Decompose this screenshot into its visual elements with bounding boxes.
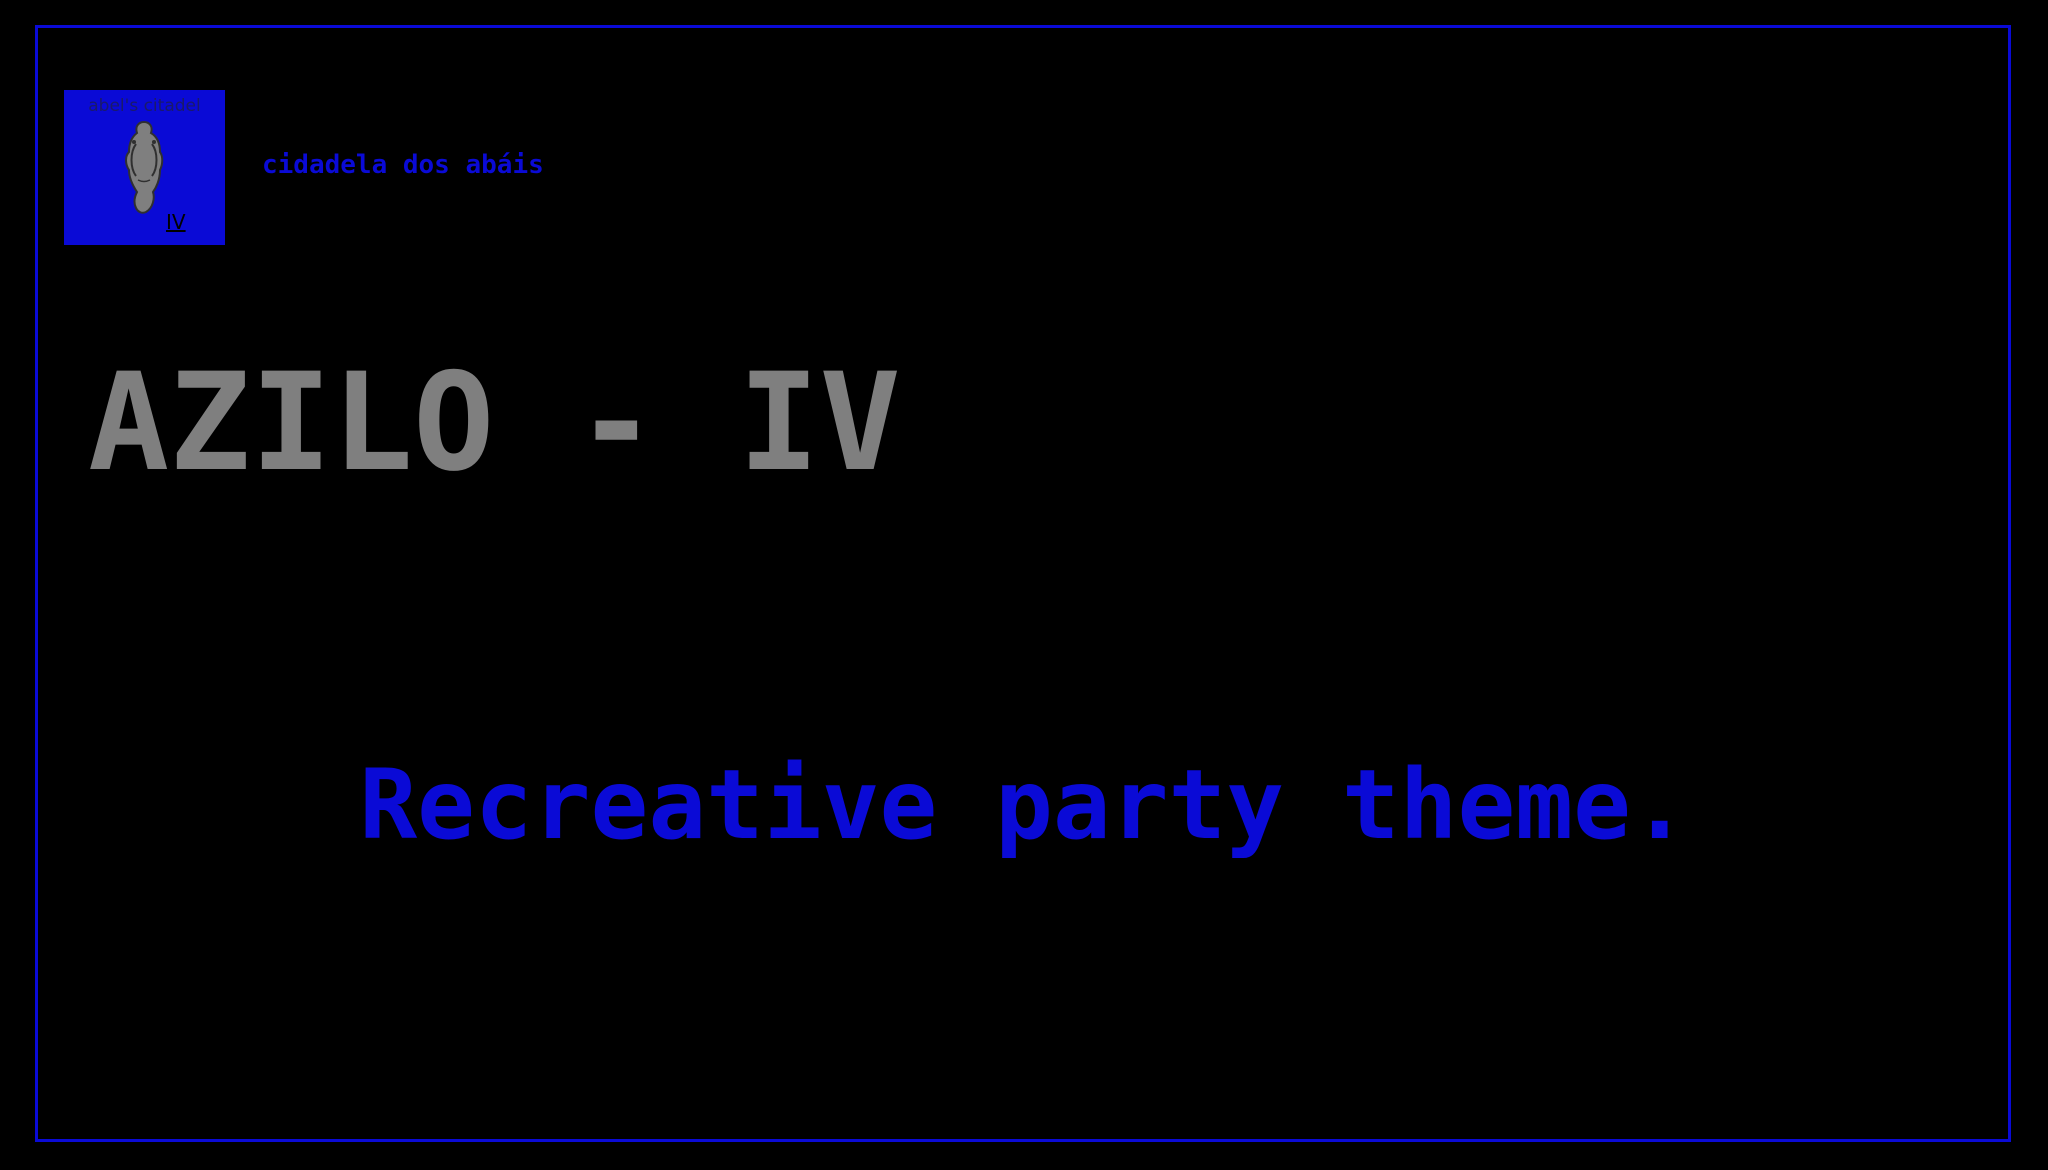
- abbot-figure-icon: [125, 120, 164, 214]
- page-title: AZILO - IV: [88, 344, 901, 501]
- tagline: Recreative party theme.: [359, 749, 1689, 861]
- logo: abel's citadel IV: [64, 90, 225, 245]
- page-frame: [35, 25, 2011, 1142]
- brand-name: cidadela dos abáis: [262, 150, 544, 180]
- logo-numeral: IV: [166, 210, 186, 234]
- logo-caption: abel's citadel: [88, 96, 201, 116]
